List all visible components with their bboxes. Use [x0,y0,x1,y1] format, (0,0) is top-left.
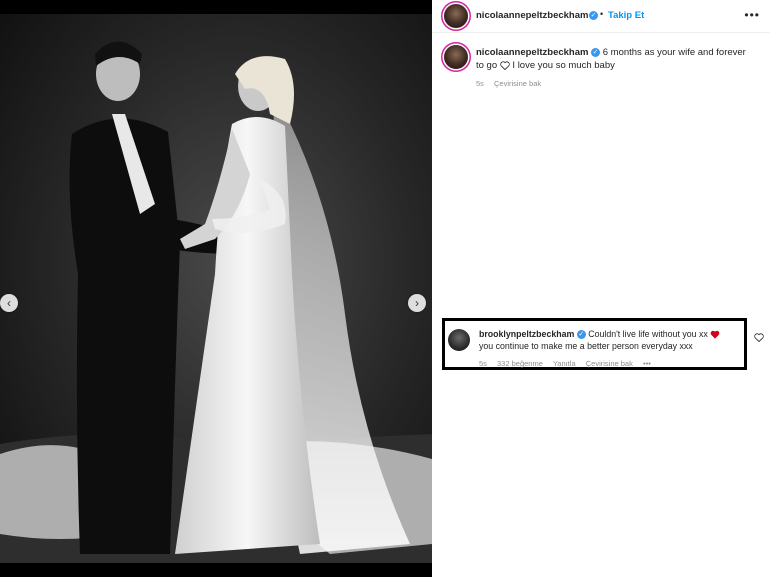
carousel-prev-button[interactable]: ‹ [0,294,18,312]
more-options-icon[interactable]: ••• [744,8,760,22]
comment: brooklynpeltzbeckham ✓ Couldn't live lif… [479,328,744,352]
comment-like-heart-icon[interactable] [754,333,764,342]
caption-time: 5s [476,79,484,88]
caption-text-line1: 6 months as your wife and forever [602,47,746,58]
comment-translate-link[interactable]: Çevirisine bak [586,359,633,368]
comment-text-line1: Couldn't live life without you xx [588,329,708,339]
post-photo[interactable]: ‹ › [0,14,432,563]
caption-avatar[interactable] [444,45,468,69]
header-separator: • [600,9,604,19]
caption-meta: 5s Çevirisine bak [476,79,549,88]
red-heart-emoji-icon [710,330,720,339]
caption-text-line2b: I love you so much baby [512,60,615,71]
follow-button[interactable]: Takip Et [608,10,644,21]
verified-badge-icon: ✓ [589,11,598,20]
comment-text-line2: you continue to make me a better person … [479,341,693,351]
comment-username[interactable]: brooklynpeltzbeckham [479,329,574,339]
caption: nicolaannepeltzbeckham ✓ 6 months as you… [476,46,761,72]
verified-badge-icon: ✓ [591,47,601,57]
header-divider [432,32,770,33]
caption-text-line2: to go [476,60,498,71]
comment-avatar[interactable] [448,329,470,351]
comment-reply-link[interactable]: Yanıtla [553,359,576,368]
caption-translate-link[interactable]: Çevirisine bak [494,79,541,88]
author-username[interactable]: nicolaannepeltzbeckham [476,10,588,21]
comment-meta: 5s 332 beğenme Yanıtla Çevirisine bak ••… [479,359,659,368]
post-header: nicolaannepeltzbeckham ✓ • Takip Et ••• [432,0,770,32]
verified-badge-icon: ✓ [576,330,586,340]
carousel-next-button[interactable]: › [408,294,426,312]
post-details-panel: nicolaannepeltzbeckham ✓ • Takip Et ••• … [432,0,770,577]
wedding-photo-image [0,14,432,563]
post-media-panel: ‹ › [0,0,432,577]
author-avatar[interactable] [444,4,468,28]
caption-username[interactable]: nicolaannepeltzbeckham [476,47,588,58]
comment-time: 5s [479,359,487,368]
comment-likes[interactable]: 332 beğenme [497,359,543,368]
comment-more-icon[interactable]: ••• [643,359,651,368]
heart-outline-icon [500,61,510,70]
